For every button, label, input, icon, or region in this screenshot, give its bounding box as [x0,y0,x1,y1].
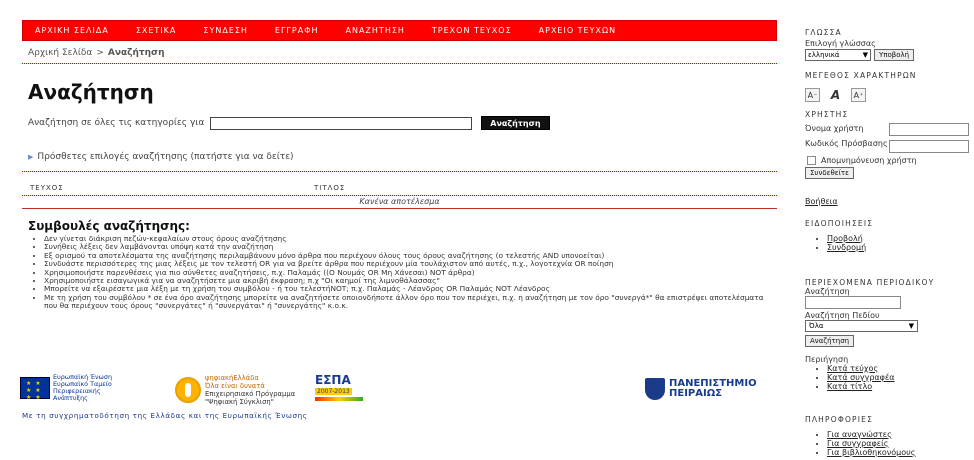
search-label: Αναζήτηση σε όλες τις κατηγορίες για [28,118,205,128]
notifications-title: ΕΙΔΟΠΟΙΗΣΕΙΣ [805,219,874,228]
digital-greece-icon [175,377,201,403]
info-librarians-link[interactable]: Για βιβλιοθηκονόμους [827,448,973,457]
psif-logo-line: ψηφιακήΕλλάδα [205,374,259,382]
funding-note: Με τη συγχρηματοδότηση της Ελλάδας και τ… [22,411,308,420]
sponsor-logos: ★ ★ ★ ★ ★ ★ Ευρωπαϊκή Ένωση Ευρωπαϊκό Ταμε… [20,374,760,410]
results-table: ΤΕΥΧΟΣ ΤΙΤΛΟΣ Κανένα αποτέλεσμα [22,184,777,209]
notification-subscribe-link[interactable]: Συνδρομή [827,243,973,252]
browse-by-author-link[interactable]: Κατά συγγραφέα [827,373,973,382]
font-increase-icon[interactable]: A⁺ [851,88,866,102]
university-shield-icon [645,378,665,400]
journal-search-input[interactable] [805,296,901,309]
psif-logo-line: "Ψηφιακή Σύγκλιση" [205,398,274,406]
language-label: Επιλογή γλώσσας [805,39,876,48]
user-title: ΧΡΗΣΤΗΣ [805,110,849,119]
nav-home[interactable]: ΑΡΧΙΚΗ ΣΕΛΙΔΑ [35,26,109,35]
nav-current-issue[interactable]: ΤΡΕΧΟΝ ΤΕΥΧΟΣ [432,26,512,35]
espa-title: ΕΣΠΑ [315,373,351,387]
top-navbar: ΑΡΧΙΚΗ ΣΕΛΙΔΑ ΣΧΕΤΙΚΑ ΣΥΝΔΕΣΗ ΕΓΓΡΑΦΗ ΑΝ… [22,20,777,41]
info-title: ΠΛΗΡΟΦΟΡΙΕΣ [805,415,874,424]
eu-logo-line: Ανάπτυξης [53,394,88,402]
browse-list: Κατά τεύχος Κατά συγγραφέα Κατά τίτλο [805,364,973,391]
info-readers-link[interactable]: Για αναγνώστες [827,430,973,439]
language-title: ΓΛΩΣΣΑ [805,28,842,37]
search-row: Αναζήτηση σε όλες τις κατηγορίες για Ανα… [22,116,777,130]
results-header: ΤΕΥΧΟΣ ΤΙΤΛΟΣ [22,184,777,196]
espa-years: 2007-2013 [315,388,352,395]
sidebar: ΓΛΩΣΣΑ Επιλογή γλώσσας ελληνικά ▼ Υποβολή… [805,28,973,457]
journal-search-button[interactable]: Αναζήτηση [805,335,855,347]
tips-list: Δεν γίνεται διάκριση πεζών-κεφαλαίων στο… [28,234,777,311]
help-link[interactable]: Βοήθεια [805,197,973,206]
triangle-right-icon: ▶ [28,153,34,161]
dropdown-arrow-icon: ▼ [862,51,868,59]
nav-about[interactable]: ΣΧΕΤΙΚΑ [136,26,177,35]
font-decrease-icon[interactable]: A⁻ [805,88,820,102]
browse-label: Περιήγηση [805,355,849,364]
remember-me: Απομνημόνευση χρήστη [805,156,973,165]
language-select[interactable]: ελληνικά ▼ [805,49,871,61]
eu-logo: ★ ★ ★ ★ ★ ★ Ευρωπαϊκή Ένωση Ευρωπαϊκό Ταμε… [20,374,112,402]
breadcrumb-current[interactable]: Αναζήτηση [108,48,165,58]
login-button[interactable]: Συνδεθείτε [805,167,854,179]
browse-by-title-link[interactable]: Κατά τίτλο [827,382,973,391]
psif-logo-line: Όλα είναι δυνατά [205,382,265,390]
breadcrumb-home[interactable]: Αρχική Σελίδα [28,48,92,58]
search-field-label: Αναζήτηση Πεδίου [805,311,880,320]
digital-greece-logo: ψηφιακήΕλλάδα Όλα είναι δυνατά Επιχειρησ… [175,374,295,406]
column-title: ΤΙΤΛΟΣ [314,184,346,192]
tip-item: Με τη χρήση του συμβόλου * σε ένα όρο αν… [44,293,777,311]
fontsize-title: ΜΕΓΕΘΟΣ ΧΑΡΑΚΤΗΡΩΝ [805,71,917,80]
language-submit-button[interactable]: Υποβολή [874,49,915,61]
font-size-controls: A⁻ A A⁺ [805,88,973,102]
nav-search[interactable]: ΑΝΑΖΗΤΗΣΗ [346,26,405,35]
university-logo[interactable]: ΠΑΝΕΠΙΣΤΗΜΙΟ ΠΕΙΡΑΙΩΣ [645,378,757,400]
remember-checkbox[interactable] [807,156,816,165]
espa-color-bar [315,397,363,401]
page-title: Αναζήτηση [28,80,154,104]
browse-by-issue-link[interactable]: Κατά τεύχος [827,364,973,373]
info-list: Για αναγνώστες Για συγγραφείς Για βιβλιο… [805,430,973,457]
username-input[interactable] [889,123,969,136]
font-default-icon[interactable]: A [828,88,843,102]
search-field-select[interactable]: Όλα ▼ [805,320,918,332]
notification-view-link[interactable]: Προβολή [827,234,973,243]
nav-archive[interactable]: ΑΡΧΕΙΟ ΤΕΥΧΩΝ [539,26,616,35]
remember-label: Απομνημόνευση χρήστη [821,156,917,165]
journal-content-title: ΠΕΡΙΕΧΟΜΕΝΑ ΠΕΡΙΟΔΙΚΟΥ [805,278,935,287]
espa-logo: ΕΣΠΑ 2007-2013 [315,374,363,401]
notifications-list: Προβολή Συνδρομή [805,234,973,252]
more-options-toggle[interactable]: ▶ Πρόσθετες επιλογές αναζήτησης (πατήστε … [22,152,777,172]
search-button[interactable]: Αναζήτηση [481,116,550,130]
username-label: Όνομα χρήστη [805,124,864,133]
info-authors-link[interactable]: Για συγγραφείς [827,439,973,448]
dropdown-arrow-icon: ▼ [908,322,914,330]
nav-register[interactable]: ΕΓΓΡΑΦΗ [275,26,319,35]
breadcrumb: Αρχική Σελίδα > Αναζήτηση [22,48,777,64]
psif-logo-line: Επιχειρησιακό Πρόγραμμα [205,390,296,398]
nav-login[interactable]: ΣΥΝΔΕΣΗ [203,26,248,35]
search-input[interactable] [210,116,473,130]
tips-title: Συμβουλές αναζήτησης: [28,219,190,233]
university-name-line: ΠΕΙΡΑΙΩΣ [669,388,723,399]
breadcrumb-separator: > [96,48,104,58]
more-options-label: Πρόσθετες επιλογές αναζήτησης (πατήστε γ… [37,152,294,162]
no-results-message: Κανένα αποτέλεσμα [22,196,777,209]
column-issue: ΤΕΥΧΟΣ [30,184,64,192]
eu-flag-icon: ★ ★ ★ ★ ★ ★ [20,377,50,401]
search-field-value: Όλα [809,322,824,330]
password-label: Κωδικός Πρόσβασης [805,139,888,148]
journal-search-label: Αναζήτηση [805,287,850,296]
main-content: ΑΡΧΙΚΗ ΣΕΛΙΔΑ ΣΧΕΤΙΚΑ ΣΥΝΔΕΣΗ ΕΓΓΡΑΦΗ ΑΝ… [22,20,777,311]
language-value: ελληνικά [808,51,840,59]
password-input[interactable] [889,140,969,153]
search-tips: Συμβουλές αναζήτησης: Δεν γίνεται διάκρι… [22,219,777,311]
